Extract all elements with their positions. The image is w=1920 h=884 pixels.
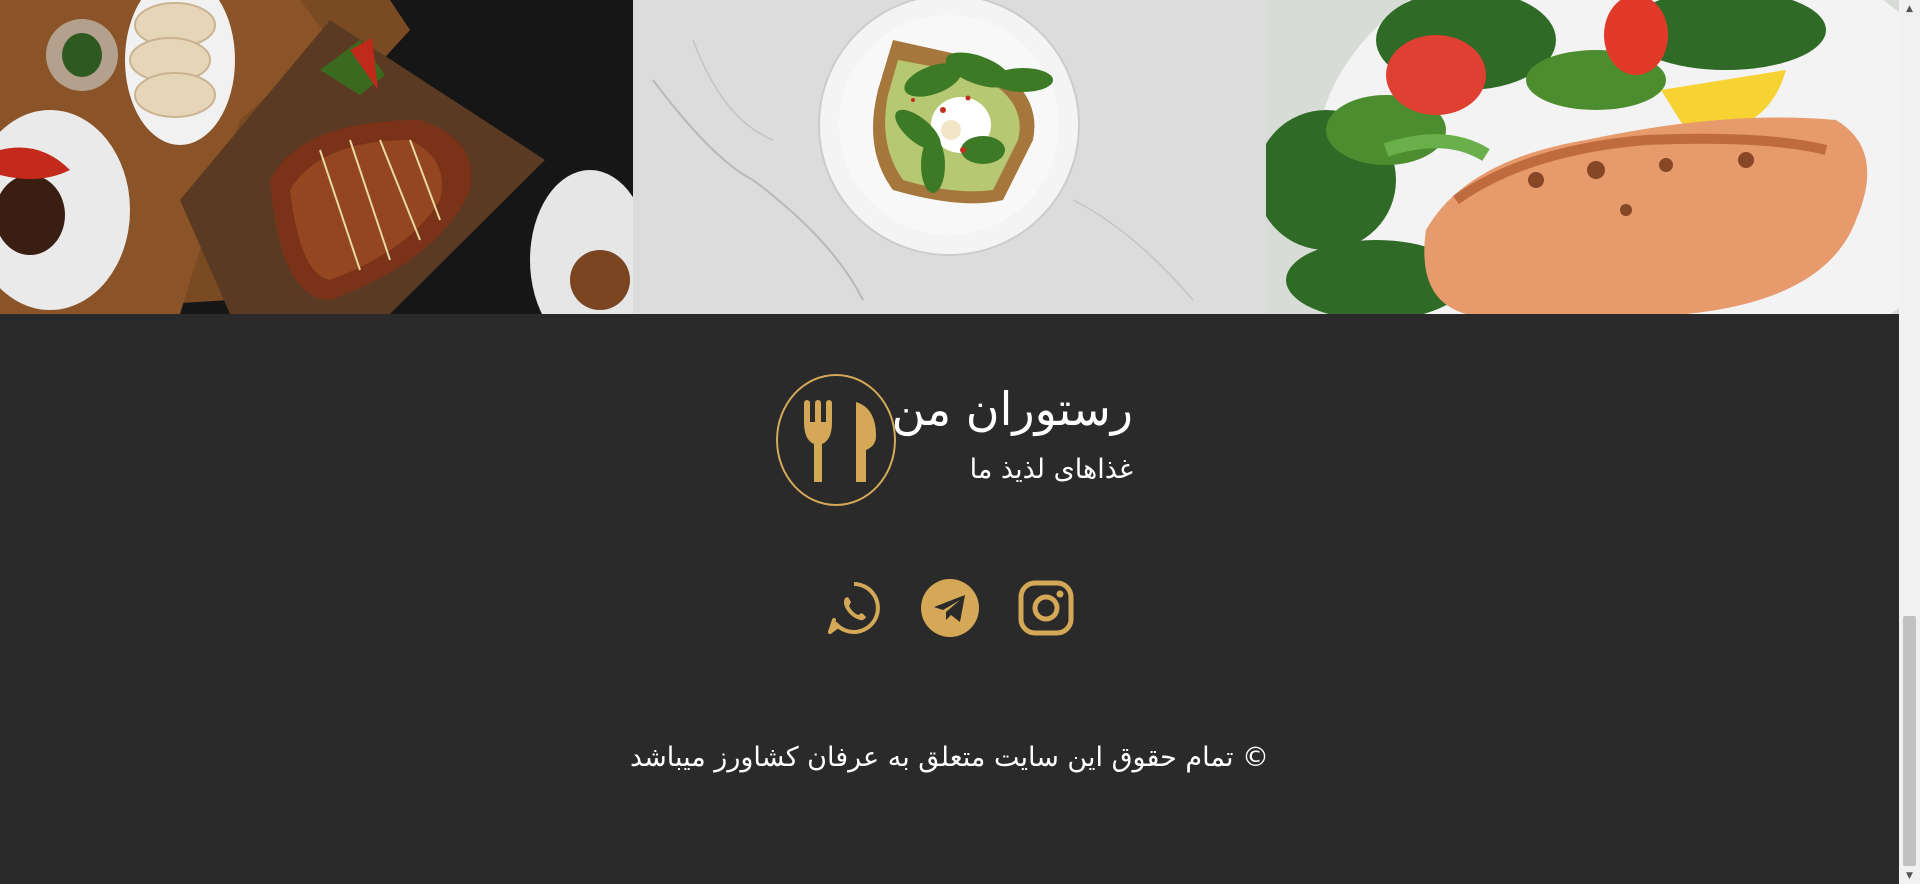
site-footer: رستوران من غذاهای لذیذ ما © تمام حقوق ای…	[0, 314, 1899, 884]
page: رستوران من غذاهای لذیذ ما © تمام حقوق ای…	[0, 0, 1920, 884]
whatsapp-icon	[826, 580, 882, 640]
instagram-link[interactable]	[1018, 580, 1074, 640]
whatsapp-link[interactable]	[826, 582, 882, 638]
telegram-link[interactable]	[921, 579, 979, 638]
scrollbar-thumb[interactable]	[1903, 616, 1916, 866]
page-scrollbar[interactable]: ▲ ▼	[1899, 0, 1920, 884]
scroll-up-icon[interactable]: ▲	[1899, 0, 1920, 17]
copyright-text: © تمام حقوق این سایت متعلق به عرفان کشاو…	[629, 742, 1270, 773]
food-gallery	[0, 0, 1899, 314]
social-links	[826, 578, 1076, 642]
footer-brand: رستوران من غذاهای لذیذ ما	[773, 374, 1153, 514]
gallery-photo-salmon-salad	[1266, 0, 1899, 314]
brand-title: رستوران من	[891, 382, 1133, 436]
gallery-photo-grilled-fish	[0, 0, 633, 314]
brand-subtitle: غذاهای لذیذ ما	[969, 454, 1133, 485]
telegram-icon	[920, 578, 980, 642]
scroll-down-icon[interactable]: ▼	[1899, 867, 1920, 884]
instagram-icon	[1018, 580, 1074, 640]
gallery-photo-avocado-toast	[633, 0, 1266, 314]
brand-logo	[776, 374, 896, 506]
